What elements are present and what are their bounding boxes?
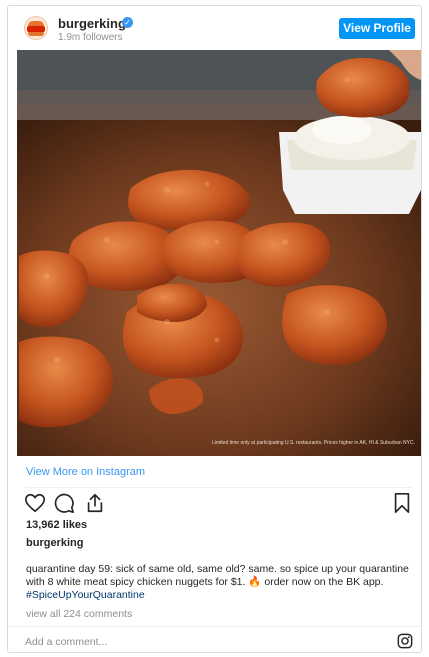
- divider: [25, 487, 412, 488]
- verified-badge-icon: ✓: [122, 17, 133, 28]
- follower-count: 1.9m followers: [58, 32, 123, 43]
- heart-icon[interactable]: [24, 492, 46, 514]
- post-actions: [24, 492, 413, 514]
- bookmark-icon[interactable]: [391, 492, 413, 514]
- burger-king-logo-icon[interactable]: [24, 16, 48, 40]
- view-profile-button[interactable]: View Profile: [339, 18, 415, 39]
- instagram-icon[interactable]: [397, 633, 413, 649]
- fine-print-text: Limited time only at participating U.S. …: [212, 440, 415, 446]
- view-all-comments-link[interactable]: view all 224 comments: [26, 608, 132, 620]
- comment-bar: Add a comment...: [8, 626, 421, 653]
- post-owner[interactable]: burgerking: [26, 537, 83, 549]
- post-caption: quarantine day 59: sick of same old, sam…: [26, 563, 416, 602]
- caption-text: quarantine day 59: sick of same old, sam…: [26, 563, 409, 588]
- comment-icon[interactable]: [53, 492, 75, 514]
- share-icon[interactable]: [84, 492, 106, 514]
- post-photo[interactable]: Limited time only at participating U.S. …: [17, 50, 421, 456]
- post-header: burgerking ✓ 1.9m followers View Profile: [8, 6, 421, 50]
- add-comment-input[interactable]: Add a comment...: [25, 636, 107, 648]
- username[interactable]: burgerking: [58, 16, 126, 31]
- hashtag-link[interactable]: #SpiceUpYourQuarantine: [26, 589, 145, 601]
- instagram-embed-card: burgerking ✓ 1.9m followers View Profile: [7, 5, 422, 653]
- like-count[interactable]: 13,962 likes: [26, 519, 87, 531]
- view-more-link[interactable]: View More on Instagram: [26, 466, 145, 478]
